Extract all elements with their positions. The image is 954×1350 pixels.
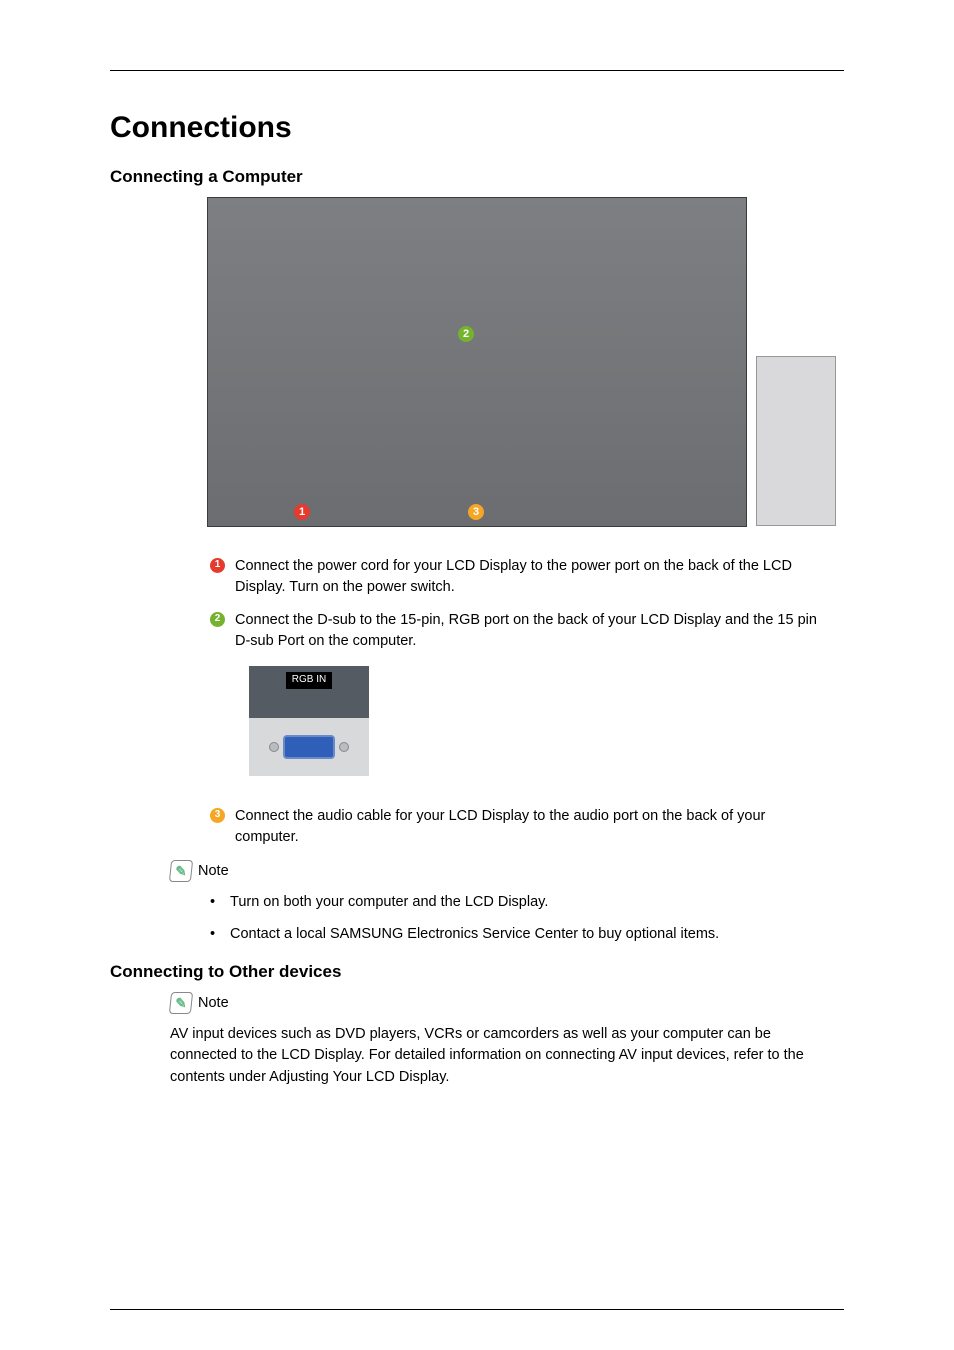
top-rule [110, 70, 844, 71]
note-icon: ✎ [169, 860, 193, 882]
step-badge-2: 2 [210, 612, 225, 627]
note-bullet-list: Turn on both your computer and the LCD D… [210, 892, 844, 946]
section-heading-connecting-computer: Connecting a Computer [110, 167, 844, 187]
note-label: Note [198, 863, 229, 879]
step-1: 1 Connect the power cord for your LCD Di… [210, 556, 824, 598]
note-label: Note [198, 995, 229, 1011]
step-badge-1: 1 [210, 558, 225, 573]
diagram-computer-tower [756, 356, 836, 526]
step-2: 2 Connect the D-sub to the 15-pin, RGB p… [210, 610, 824, 794]
step-3: 3 Connect the audio cable for your LCD D… [210, 806, 824, 848]
bottom-rule [110, 1309, 844, 1310]
callout-marker-3: 3 [468, 504, 484, 520]
diagram-lcd-rear-panel: 1 2 3 [207, 197, 747, 527]
note-heading: ✎ Note [170, 860, 844, 882]
screw-icon [339, 742, 349, 752]
note-block-1: ✎ Note Turn on both your computer and th… [170, 860, 844, 946]
callout-marker-1: 1 [294, 504, 310, 520]
note-icon: ✎ [169, 992, 193, 1014]
section-heading-other-devices: Connecting to Other devices [110, 962, 844, 982]
callout-marker-2: 2 [458, 326, 474, 342]
page-title: Connections [110, 111, 844, 145]
step-list: 1 Connect the power cord for your LCD Di… [210, 556, 824, 848]
page: Connections Connecting a Computer 1 2 3 … [0, 0, 954, 1310]
note-bullet-1: Turn on both your computer and the LCD D… [210, 892, 844, 914]
step-text-1: Connect the power cord for your LCD Disp… [235, 556, 824, 598]
screw-icon [269, 742, 279, 752]
rgb-port-panel: RGB IN [249, 666, 369, 718]
step-badge-3: 3 [210, 808, 225, 823]
paragraph-av-devices: AV input devices such as DVD players, VC… [170, 1024, 834, 1089]
figure-rgb-port: RGB IN [249, 666, 824, 776]
note-heading: ✎ Note [170, 992, 844, 1014]
step-text-2: Connect the D-sub to the 15-pin, RGB por… [235, 610, 824, 794]
note-bullet-2: Contact a local SAMSUNG Electronics Serv… [210, 924, 844, 946]
rgb-in-label: RGB IN [286, 672, 332, 689]
rgb-connector-panel [249, 718, 369, 776]
note-block-2: ✎ Note [170, 992, 844, 1014]
figure-connecting-computer: 1 2 3 [110, 197, 844, 532]
step-text-3: Connect the audio cable for your LCD Dis… [235, 806, 824, 848]
vga-port-icon [283, 735, 335, 759]
